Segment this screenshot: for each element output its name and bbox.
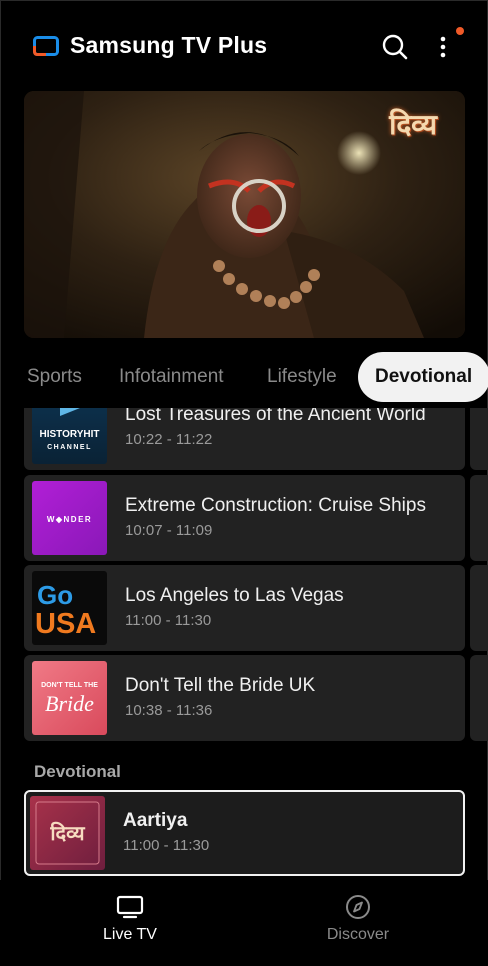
tab-infotainment[interactable]: Infotainment (119, 352, 224, 402)
channel-thumbnail: Go USA (32, 571, 107, 645)
section-heading: Devotional (34, 762, 121, 781)
dont-tell-the-bride-logo: DON'T TELL THE Bride (41, 682, 98, 716)
thumb-text-1: DON'T TELL THE (41, 682, 98, 689)
thumb-text-1: दिव्य (49, 821, 86, 845)
program-time: 11:00 - 11:30 (125, 612, 212, 629)
program-time: 10:22 - 11:22 (125, 431, 213, 448)
thumb-text-2: USA (35, 608, 96, 640)
wonder-logo: W◆NDER (47, 515, 92, 524)
thumb-text-2: Bride (45, 691, 94, 716)
program-time: 10:07 - 11:09 (125, 522, 213, 539)
list-item[interactable]: DON'T TELL THE Bride Don't Tell the Brid… (24, 655, 465, 741)
list-item[interactable]: W◆NDER Extreme Construction: Cruise Ship… (24, 475, 465, 561)
program-title: Los Angeles to Las Vegas (125, 585, 344, 606)
thumb-text-2: CHANNEL (47, 444, 92, 451)
go-usa-logo: Go USA (35, 580, 96, 640)
history-hit-logo: HISTORYHIT CHANNEL (39, 408, 100, 451)
thumb-text-1: HISTORYHIT (39, 429, 99, 440)
more-vertical-icon[interactable] (430, 30, 456, 64)
thumb-text-1: Go (37, 580, 73, 610)
next-column-card (470, 475, 488, 561)
category-tabs: Sports Infotainment Lifestyle Devotional (0, 352, 488, 404)
channel-thumbnail: DON'T TELL THE Bride (32, 661, 107, 735)
program-time: 10:38 - 11:36 (125, 702, 213, 719)
nav-label: Discover (326, 926, 390, 943)
divya-logo: दिव्य (35, 801, 100, 865)
channel-thumbnail: दिव्य (30, 796, 105, 870)
nav-discover[interactable]: Discover (303, 894, 413, 944)
search-icon[interactable] (378, 30, 412, 64)
hero-video-player[interactable]: दिव्य (24, 91, 465, 338)
channel-logo: दिव्य (389, 108, 437, 141)
next-column-card (470, 408, 488, 470)
notification-dot (456, 27, 464, 35)
tab-devotional[interactable]: Devotional (358, 352, 488, 402)
app-header: Samsung TV Plus (0, 0, 488, 92)
tab-lifestyle[interactable]: Lifestyle (267, 352, 337, 402)
channel-thumbnail: W◆NDER (32, 481, 107, 555)
program-title: Lost Treasures of the Ancient World (125, 408, 426, 425)
program-title: Aartiya (123, 810, 188, 831)
program-time: 11:00 - 11:30 (123, 837, 210, 854)
channel-list: HISTORYHIT CHANNEL Lost Treasures of the… (0, 408, 488, 878)
thumb-text-1: W◆NDER (47, 515, 92, 524)
program-title: Extreme Construction: Cruise Ships (125, 495, 426, 516)
channel-thumbnail: HISTORYHIT CHANNEL (32, 408, 107, 464)
app-title: Samsung TV Plus (70, 32, 268, 58)
tv-icon (116, 895, 144, 919)
list-item-selected[interactable]: दिव्य Aartiya 11:00 - 11:30 (24, 790, 465, 876)
next-column-card (470, 655, 488, 741)
list-item[interactable]: Go USA Los Angeles to Las Vegas 11:00 - … (24, 565, 465, 651)
next-column-card (470, 565, 488, 651)
tv-logo-icon (33, 36, 59, 56)
nav-label: Live TV (103, 926, 157, 943)
program-title: Don't Tell the Bride UK (125, 675, 316, 696)
nav-live-tv[interactable]: Live TV (75, 894, 185, 944)
tab-sports[interactable]: Sports (27, 352, 82, 402)
bottom-navigation: Live TV Discover (0, 880, 488, 966)
list-item[interactable]: HISTORYHIT CHANNEL Lost Treasures of the… (24, 408, 465, 470)
compass-icon (346, 895, 370, 919)
